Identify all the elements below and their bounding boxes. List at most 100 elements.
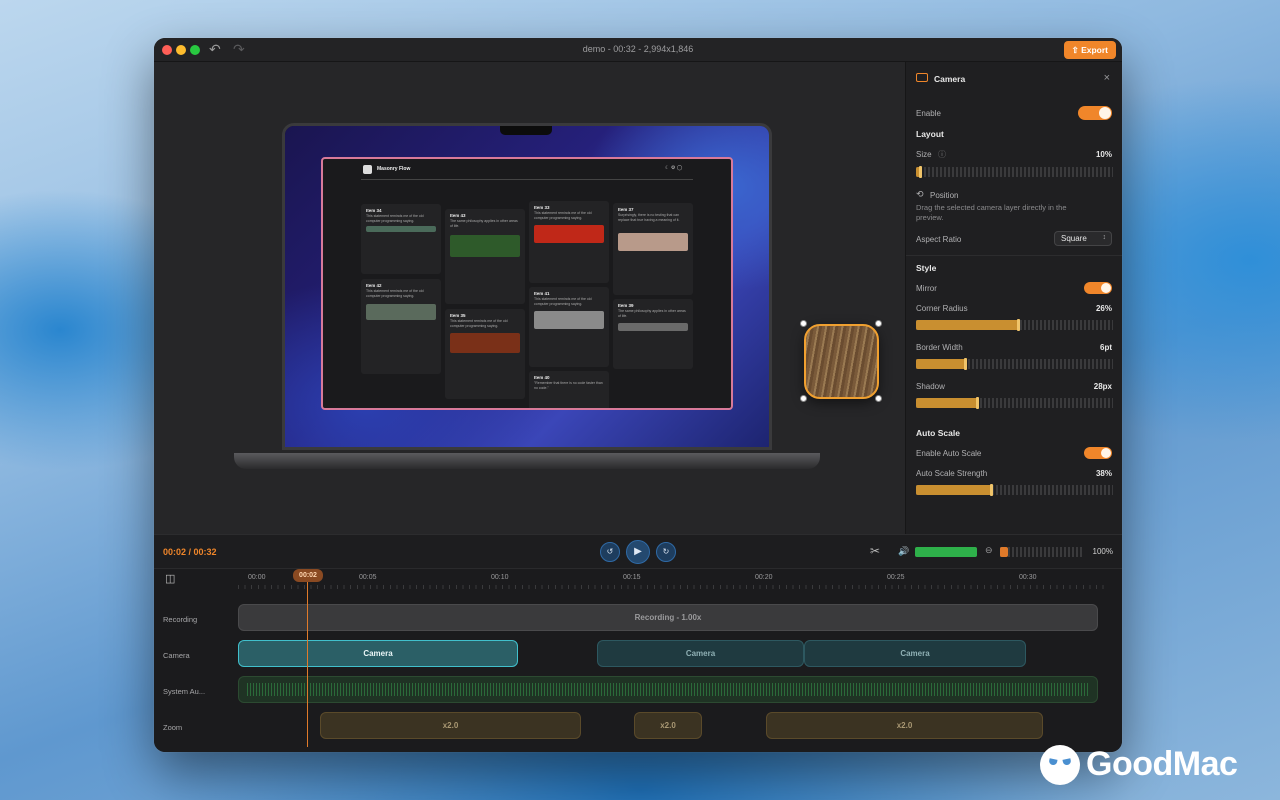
system-audio-clip[interactable] (238, 676, 1098, 703)
play-icon: ▶ (634, 546, 642, 557)
card-title: Item 37 (618, 207, 634, 212)
camera-clip[interactable]: Camera (597, 640, 804, 667)
skip-forward-button[interactable]: ↻ (656, 542, 676, 562)
forward-icon: ↻ (662, 547, 670, 556)
track-label-camera: Camera (163, 651, 190, 660)
shadow-value: 28px (1093, 382, 1112, 391)
goodmac-logo (1040, 745, 1080, 785)
zoom-clip[interactable]: x2.0 (320, 712, 581, 739)
corner-radius-value: 26% (1095, 304, 1112, 313)
card-text: The same philosophy applies in other are… (618, 309, 686, 318)
resize-handle[interactable] (875, 320, 882, 327)
camera-inspector-panel: Camera × Enable Layout Size ⓘ 10% ⟲ Posi… (905, 62, 1122, 534)
play-button[interactable]: ▶ (626, 540, 650, 564)
zoom-clip-label: x2.0 (660, 721, 676, 730)
transport-bar: 00:02 / 00:32 ↺ ▶ ↻ ✂ 🔊 ⊖ 100% (154, 534, 1122, 568)
border-width-slider[interactable] (916, 358, 1113, 370)
card-image (450, 333, 520, 353)
card-image (534, 311, 604, 329)
export-icon: ⇧ (1071, 45, 1079, 55)
zoom-clip[interactable]: x2.0 (766, 712, 1043, 739)
mirror-label: Mirror (916, 284, 937, 293)
border-width-value: 6pt (1100, 343, 1112, 352)
auto-scale-strength-knob[interactable] (989, 484, 993, 496)
volume-slider[interactable] (915, 547, 977, 557)
masonry-card: Item 41 This statement reminds me of the… (529, 287, 609, 367)
border-width-knob[interactable] (964, 358, 968, 370)
aspect-ratio-select[interactable]: Square ↕ (1054, 231, 1112, 246)
masonry-card: Item 43 The same philosophy applies in o… (445, 209, 525, 304)
laptop-base (234, 453, 820, 469)
size-slider[interactable] (916, 166, 1113, 178)
corner-radius-knob[interactable] (1017, 319, 1021, 331)
skip-back-button[interactable]: ↺ (600, 542, 620, 562)
zoom-clip-label: x2.0 (896, 721, 913, 730)
masonry-card: Item 37 Surprisingly, there is no testin… (613, 203, 693, 295)
size-slider-knob[interactable] (918, 166, 922, 178)
camera-clip[interactable]: Camera (238, 640, 518, 667)
resize-handle[interactable] (800, 395, 807, 402)
preview-canvas[interactable]: Masonry Flow ☾ ⚙ ◯ Item 34 This statemen… (154, 62, 905, 534)
export-button[interactable]: ⇧ Export (1063, 41, 1116, 59)
export-label: Export (1081, 45, 1108, 55)
card-title: Item 34 (366, 208, 382, 213)
card-title: Item 40 (534, 375, 550, 380)
resize-handle[interactable] (800, 320, 807, 327)
card-text: "Remember that there is no code faster t… (534, 381, 603, 390)
volume-slider-fill (915, 547, 977, 557)
timeline: ◫ 00:00 00:05 00:10 00:15 00:20 00:25 00… (154, 568, 1122, 752)
auto-scale-toggle[interactable] (1084, 447, 1112, 459)
card-text: This statement reminds me of the old com… (534, 297, 592, 306)
card-title: Item 42 (366, 283, 382, 288)
card-text: This statement reminds me of the old com… (534, 211, 592, 220)
camera-clip-label: Camera (685, 649, 716, 658)
playhead-time[interactable]: 00:02 (293, 569, 323, 582)
camera-overlay[interactable] (804, 324, 879, 399)
camera-clip-label: Camera (900, 649, 930, 658)
corner-radius-slider[interactable] (916, 319, 1113, 331)
camera-clip[interactable]: Camera (804, 640, 1026, 667)
zoom-percent: 100% (1092, 547, 1113, 556)
chevron-updown-icon: ↕ (1102, 234, 1107, 241)
recording-clip[interactable]: Recording - 1.00x (238, 604, 1098, 631)
shadow-knob[interactable] (976, 397, 980, 409)
app-title: Masonry Flow (377, 166, 411, 172)
auto-scale-strength-slider[interactable] (916, 484, 1113, 496)
ruler-label: 00:05 (359, 574, 377, 581)
corner-radius-label: Corner Radius (916, 304, 968, 313)
shadow-slider[interactable] (916, 397, 1113, 409)
scissors-icon[interactable]: ✂ (870, 544, 880, 558)
info-icon[interactable]: ⓘ (938, 149, 946, 160)
card-image (618, 233, 688, 251)
mirror-toggle[interactable] (1084, 282, 1112, 294)
position-help-text: Drag the selected camera layer directly … (916, 203, 1067, 222)
card-title: Item 35 (450, 313, 466, 318)
rewind-icon: ↺ (606, 547, 614, 556)
masonry-card: Item 33 This statement reminds me of the… (529, 201, 609, 283)
zoom-slider-knob[interactable] (1000, 547, 1008, 557)
style-heading: Style (916, 263, 937, 273)
close-icon[interactable]: × (1104, 72, 1110, 84)
zoom-slider[interactable] (1000, 547, 1084, 557)
section-divider (906, 255, 1122, 256)
ruler-label: 00:10 (491, 574, 509, 581)
card-text: This statement reminds me of the old com… (450, 319, 508, 328)
card-title: Item 43 (450, 213, 466, 218)
app-toolbar-icons: ☾ ⚙ ◯ (665, 165, 683, 171)
zoom-out-icon[interactable]: ⊖ (985, 545, 993, 556)
enable-toggle[interactable] (1078, 106, 1112, 120)
playhead[interactable] (307, 577, 308, 747)
audio-waveform (247, 683, 1089, 696)
speaker-icon[interactable]: 🔊 (898, 546, 909, 557)
card-image (534, 225, 604, 243)
timeline-fit-icon[interactable]: ◫ (165, 572, 175, 585)
layout-heading: Layout (916, 129, 944, 139)
zoom-clip[interactable]: x2.0 (634, 712, 702, 739)
camera-clip-label: Camera (363, 649, 393, 658)
resize-handle[interactable] (875, 395, 882, 402)
aspect-ratio-label: Aspect Ratio (916, 235, 962, 244)
masonry-card: Item 40 "Remember that there is no code … (529, 371, 609, 408)
laptop-screen: Masonry Flow ☾ ⚙ ◯ Item 34 This statemen… (282, 123, 772, 450)
card-text: This statement reminds me of the old com… (366, 214, 424, 223)
ruler-label: 00:30 (1019, 574, 1037, 581)
